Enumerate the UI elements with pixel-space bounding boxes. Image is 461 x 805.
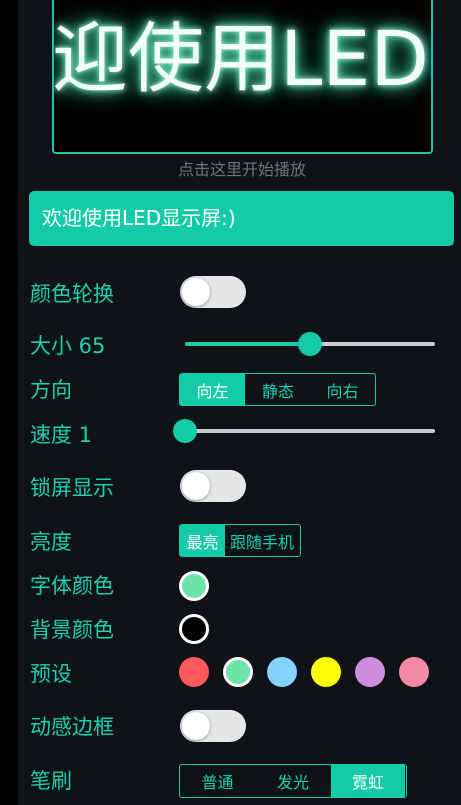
preset-color-purple[interactable] bbox=[355, 657, 385, 687]
presets-label: 预设 bbox=[30, 662, 72, 686]
brush-segmented: 普通 发光 霓虹 bbox=[179, 764, 407, 798]
preset-color-yellow[interactable] bbox=[311, 657, 341, 687]
lock-screen-toggle[interactable] bbox=[180, 470, 246, 502]
brush-label: 笔刷 bbox=[30, 769, 72, 793]
direction-option-static[interactable]: 静态 bbox=[245, 374, 311, 405]
preset-color-pink[interactable] bbox=[399, 657, 429, 687]
preset-color-blue[interactable] bbox=[267, 657, 297, 687]
play-hint[interactable]: 点击这里开始播放 bbox=[0, 156, 461, 180]
direction-segmented: 向左 静态 向右 bbox=[179, 373, 376, 406]
bg-color-swatch[interactable] bbox=[179, 614, 209, 644]
color-cycle-toggle[interactable] bbox=[180, 276, 246, 308]
slider-track bbox=[185, 429, 435, 433]
led-preview[interactable]: 迎使用LED bbox=[52, 0, 433, 154]
direction-option-right[interactable]: 向右 bbox=[311, 374, 374, 405]
size-slider[interactable] bbox=[185, 332, 435, 356]
direction-option-left[interactable]: 向左 bbox=[180, 374, 245, 405]
speed-slider[interactable] bbox=[173, 419, 435, 443]
toggle-knob bbox=[182, 278, 210, 306]
preset-color-green[interactable] bbox=[223, 657, 253, 687]
speed-label: 速度 1 bbox=[30, 423, 93, 447]
font-color-swatch[interactable] bbox=[179, 571, 209, 601]
toggle-knob bbox=[182, 712, 210, 740]
led-preview-text: 迎使用LED bbox=[52, 14, 429, 103]
preset-color-red[interactable] bbox=[179, 657, 209, 687]
bg-color-label: 背景颜色 bbox=[30, 618, 114, 642]
slider-fill bbox=[185, 342, 310, 346]
dynamic-border-toggle[interactable] bbox=[180, 710, 246, 742]
color-cycle-label: 颜色轮换 bbox=[30, 282, 114, 306]
brightness-segmented: 最亮 跟随手机 bbox=[179, 524, 301, 557]
message-input[interactable]: 欢迎使用LED显示屏:) bbox=[29, 191, 454, 246]
dynamic-border-label: 动感边框 bbox=[30, 715, 114, 739]
slider-thumb[interactable] bbox=[298, 332, 322, 356]
font-color-label: 字体颜色 bbox=[30, 574, 114, 598]
brush-option-glow[interactable]: 发光 bbox=[255, 765, 331, 797]
toggle-knob bbox=[182, 472, 210, 500]
brush-option-normal[interactable]: 普通 bbox=[180, 765, 255, 797]
size-label: 大小 65 bbox=[30, 334, 106, 358]
brush-option-neon[interactable]: 霓虹 bbox=[331, 765, 405, 797]
slider-thumb[interactable] bbox=[173, 419, 197, 443]
direction-label: 方向 bbox=[30, 378, 72, 402]
brightness-label: 亮度 bbox=[30, 530, 72, 554]
brightness-option-max[interactable]: 最亮 bbox=[180, 525, 225, 556]
lock-screen-label: 锁屏显示 bbox=[30, 476, 114, 500]
left-edge bbox=[0, 0, 18, 805]
brightness-option-follow[interactable]: 跟随手机 bbox=[225, 525, 299, 556]
